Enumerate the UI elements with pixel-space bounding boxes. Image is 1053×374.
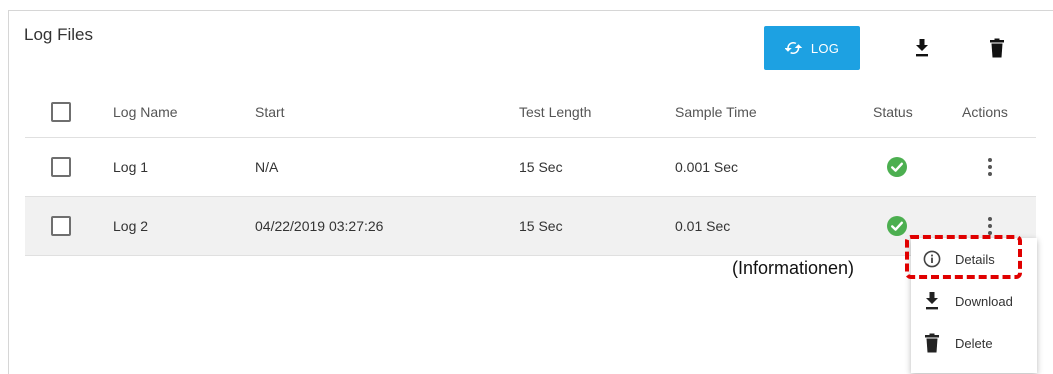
log-name-cell: Log 1 <box>113 159 149 175</box>
callout-label: (Informationen) <box>732 258 855 278</box>
column-header-test-length[interactable]: Test Length <box>519 104 591 120</box>
sample-time-cell: 0.001 Sec <box>675 159 739 175</box>
trash-icon <box>990 38 1004 58</box>
column-header-start[interactable]: Start <box>255 104 285 120</box>
sample-time-cell: 0.01 Sec <box>675 218 731 234</box>
start-cell: 04/22/2019 03:27:26 <box>255 218 384 234</box>
menu-item-label: Delete <box>955 335 993 351</box>
status-ok-icon <box>887 216 907 236</box>
page-title: Log Files <box>24 25 93 44</box>
status-ok-icon <box>887 157 907 177</box>
table-row[interactable]: Log 1 N/A 15 Sec 0.001 Sec <box>25 138 1036 197</box>
column-header-status[interactable]: Status <box>873 104 913 120</box>
menu-item-label: Download <box>955 293 1013 309</box>
test-length-cell: 15 Sec <box>519 218 563 234</box>
trash-icon <box>921 332 943 354</box>
download-all-button[interactable] <box>908 34 936 62</box>
refresh-log-label: LOG <box>810 40 840 56</box>
column-header-log-name[interactable]: Log Name <box>113 104 178 120</box>
select-all-checkbox[interactable] <box>51 102 71 122</box>
menu-item-download[interactable]: Download <box>911 280 1037 322</box>
delete-all-button[interactable] <box>983 34 1011 62</box>
download-icon <box>916 39 928 57</box>
table-row[interactable]: Log 2 04/22/2019 03:27:26 15 Sec 0.01 Se… <box>25 197 1036 256</box>
test-length-cell: 15 Sec <box>519 159 563 175</box>
log-name-cell: Log 2 <box>113 218 149 234</box>
table-header: Log Name Start Test Length Sample Time S… <box>25 87 1036 138</box>
menu-item-delete[interactable]: Delete <box>911 322 1037 364</box>
column-header-actions: Actions <box>962 104 1008 120</box>
row-checkbox[interactable] <box>51 216 71 236</box>
download-icon <box>921 290 943 312</box>
start-cell: N/A <box>255 159 279 175</box>
refresh-icon <box>784 42 803 54</box>
more-actions-icon[interactable] <box>978 155 1002 179</box>
refresh-log-button[interactable]: LOG <box>764 26 860 70</box>
details-highlight-box <box>905 235 1022 279</box>
row-checkbox[interactable] <box>51 157 71 177</box>
column-header-sample-time[interactable]: Sample Time <box>675 104 757 120</box>
